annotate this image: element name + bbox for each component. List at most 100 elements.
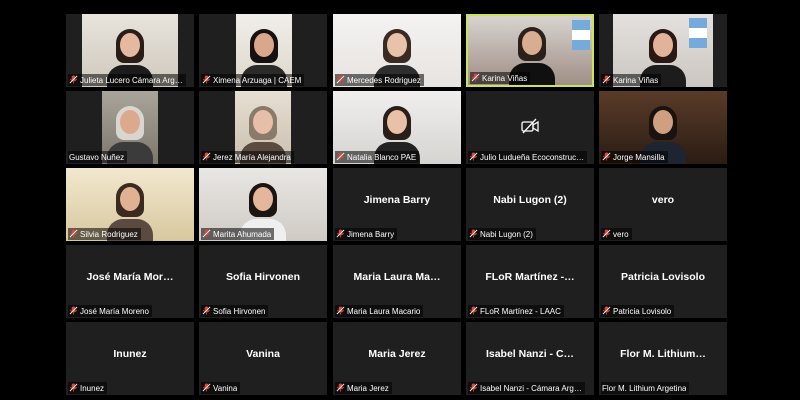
participant-name-label: Karina Viñas bbox=[601, 74, 662, 86]
participant-name: Maria Jerez bbox=[347, 383, 389, 393]
mic-muted-icon bbox=[602, 152, 611, 162]
participant-name: FLoR Martínez - LAAC bbox=[480, 306, 561, 316]
mic-muted-icon bbox=[202, 75, 211, 85]
participant-display-name: Isabel Nanzi - C… bbox=[485, 348, 575, 360]
participant-name: Vanina bbox=[213, 383, 238, 393]
participant-display-name: FLoR Martínez -… bbox=[485, 271, 575, 283]
participant-name: Karina Viñas bbox=[613, 75, 659, 85]
mic-muted-icon bbox=[602, 306, 611, 316]
participant-name-label: Sofia Hirvonen bbox=[201, 305, 269, 317]
mic-muted-icon bbox=[69, 306, 78, 316]
participant-name: Flor M. Lithium Argetina bbox=[602, 383, 687, 393]
mic-muted-icon bbox=[202, 152, 211, 162]
participant-name: vero bbox=[613, 229, 629, 239]
participant-tile[interactable]: Jorge Mansilla bbox=[599, 91, 727, 164]
participant-name-label: Nabi Lugon (2) bbox=[468, 228, 536, 240]
participant-display-name: Vanina bbox=[246, 348, 280, 360]
participant-display-name: vero bbox=[651, 194, 675, 206]
participant-name-label: Patricia Lovisolo bbox=[601, 305, 675, 317]
participant-name: Sofia Hirvonen bbox=[213, 306, 266, 316]
participant-name: Silvia Rodriguez bbox=[80, 229, 138, 239]
participant-tile[interactable]: Isabel Nanzi - C… Isabel Nanzi - Cámara A… bbox=[466, 322, 594, 395]
mic-muted-icon bbox=[471, 73, 480, 83]
mic-muted-icon bbox=[202, 229, 211, 239]
participant-name-label: Natalia Blanco PAE bbox=[335, 151, 420, 163]
mic-muted-icon bbox=[69, 229, 78, 239]
participant-tile[interactable]: José María Mor… José María Moreno bbox=[66, 245, 194, 318]
participant-name: Jimena Barry bbox=[347, 229, 395, 239]
mic-muted-icon bbox=[336, 229, 345, 239]
participant-name-label: Silvia Rodriguez bbox=[68, 228, 141, 240]
participant-tile[interactable]: Flor M. Lithium… Flor M. Lithium Argetina bbox=[599, 322, 727, 395]
mic-muted-icon bbox=[469, 306, 478, 316]
participant-tile[interactable]: Nabi Lugon (2) Nabi Lugon (2) bbox=[466, 168, 594, 241]
participant-name-label: José María Moreno bbox=[68, 305, 152, 317]
participant-display-name: Nabi Lugon (2) bbox=[493, 194, 567, 206]
participant-tile[interactable]: Mercedes Rodriguez bbox=[333, 14, 461, 87]
video-call-gallery: Julieta Lucero Cámara Arg… Ximena Arzuaga… bbox=[0, 0, 800, 400]
participant-name-label: Julieta Lucero Cámara Arg… bbox=[68, 74, 186, 86]
participant-tile[interactable]: Ximena Arzuaga | CAEM bbox=[199, 14, 327, 87]
participant-tile[interactable]: Karina Viñas bbox=[599, 14, 727, 87]
participant-name: Julio Ludueña Ecoconstruc… bbox=[480, 152, 585, 162]
participant-name: Marita Ahumada bbox=[213, 229, 272, 239]
participant-display-name: Patricia Lovisolo bbox=[620, 271, 706, 283]
participant-display-name: Flor M. Lithium… bbox=[620, 348, 706, 360]
participant-name-label: Ximena Arzuaga | CAEM bbox=[201, 74, 305, 86]
participant-name: Inunez bbox=[80, 383, 105, 393]
participant-name-label: Inunez bbox=[68, 382, 108, 394]
participant-name: Natalia Blanco PAE bbox=[347, 152, 417, 162]
participant-tile[interactable]: Silvia Rodriguez bbox=[66, 168, 194, 241]
participant-name: José María Moreno bbox=[80, 306, 149, 316]
participant-name-label: Isabel Nanzi - Cámara Arg… bbox=[468, 382, 585, 394]
participant-name-label: Flor M. Lithium Argetina bbox=[601, 382, 690, 394]
participant-name-label: Julio Ludueña Ecoconstruc… bbox=[468, 151, 588, 163]
participant-name-label: Jimena Barry bbox=[335, 228, 398, 240]
mic-muted-icon bbox=[469, 229, 478, 239]
participant-display-name: Inunez bbox=[113, 348, 147, 360]
participant-tile[interactable]: Maria Jerez Maria Jerez bbox=[333, 322, 461, 395]
participant-name: Ximena Arzuaga | CAEM bbox=[213, 75, 302, 85]
participant-name: Julieta Lucero Cámara Arg… bbox=[80, 75, 183, 85]
participant-name: Mercedes Rodriguez bbox=[347, 75, 421, 85]
participant-display-name: Jimena Barry bbox=[363, 194, 431, 206]
participant-name-label: vero bbox=[601, 228, 632, 240]
participant-name-label: Gustavo Nuñez bbox=[68, 151, 128, 163]
participant-name-label: FLoR Martínez - LAAC bbox=[468, 305, 564, 317]
participant-tile[interactable]: Patricia Lovisolo Patricia Lovisolo bbox=[599, 245, 727, 318]
participant-tile[interactable]: vero vero bbox=[599, 168, 727, 241]
mic-muted-icon bbox=[336, 383, 345, 393]
participant-tile[interactable]: Sofia Hirvonen Sofia Hirvonen bbox=[199, 245, 327, 318]
mic-muted-icon bbox=[602, 75, 611, 85]
mic-muted-icon bbox=[469, 152, 478, 162]
participant-tile[interactable]: Vanina Vanina bbox=[199, 322, 327, 395]
camera-off-icon bbox=[521, 118, 539, 134]
mic-muted-icon bbox=[336, 152, 345, 162]
participant-tile[interactable]: Jimena Barry Jimena Barry bbox=[333, 168, 461, 241]
participant-name: Jerez María Alejandra bbox=[213, 152, 291, 162]
participant-name-label: Vanina bbox=[201, 382, 241, 394]
participant-name: Jorge Mansilla bbox=[613, 152, 665, 162]
participant-display-name: José María Mor… bbox=[86, 271, 174, 283]
participant-tile[interactable]: Jerez María Alejandra bbox=[199, 91, 327, 164]
participant-tile[interactable]: Karina Viñas bbox=[466, 14, 594, 87]
participant-display-name: Maria Laura Ma… bbox=[353, 271, 441, 283]
mic-muted-icon bbox=[69, 75, 78, 85]
mic-muted-icon bbox=[602, 229, 611, 239]
participant-tile[interactable]: Inunez Inunez bbox=[66, 322, 194, 395]
participant-tile[interactable]: Julio Ludueña Ecoconstruc… bbox=[466, 91, 594, 164]
participant-name-label: Maria Jerez bbox=[335, 382, 392, 394]
participant-tile[interactable]: Gustavo Nuñez bbox=[66, 91, 194, 164]
participant-tile[interactable]: Julieta Lucero Cámara Arg… bbox=[66, 14, 194, 87]
participant-name: Karina Viñas bbox=[482, 73, 528, 83]
mic-muted-icon bbox=[336, 306, 345, 316]
participant-name: Isabel Nanzi - Cámara Arg… bbox=[480, 383, 582, 393]
participant-tile[interactable]: FLoR Martínez -… FLoR Martínez - LAAC bbox=[466, 245, 594, 318]
participant-tile[interactable]: Marita Ahumada bbox=[199, 168, 327, 241]
participant-name: Maria Laura Macario bbox=[347, 306, 421, 316]
participant-name-label: Maria Laura Macario bbox=[335, 305, 424, 317]
participant-display-name: Maria Jerez bbox=[368, 348, 426, 360]
participant-tile[interactable]: Natalia Blanco PAE bbox=[333, 91, 461, 164]
participant-tile[interactable]: Maria Laura Ma… Maria Laura Macario bbox=[333, 245, 461, 318]
mic-muted-icon bbox=[69, 383, 78, 393]
